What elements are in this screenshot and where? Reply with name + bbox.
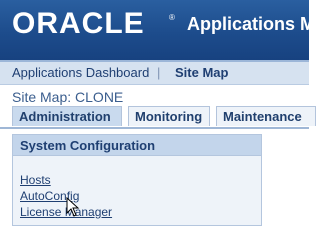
app-title: Applications Ma: [187, 14, 320, 34]
system-configuration-panel: System Configuration Hosts AutoConfig Li…: [12, 134, 262, 226]
global-nav: Applications Dashboard | Site Map: [0, 62, 309, 85]
nav-separator: |: [157, 65, 161, 80]
page-title: Site Map: CLONE: [12, 89, 124, 105]
tab-administration[interactable]: Administration: [12, 106, 122, 126]
nav-site-map[interactable]: Site Map: [175, 65, 228, 80]
registered-mark: ®: [169, 13, 175, 22]
nav-applications-dashboard[interactable]: Applications Dashboard: [12, 65, 149, 80]
link-hosts[interactable]: Hosts: [20, 173, 51, 187]
panel-header: System Configuration: [13, 135, 261, 156]
oracle-logo: ORACLE: [12, 7, 145, 40]
mouse-pointer-icon: [66, 197, 80, 217]
tab-underline: [0, 127, 309, 129]
tab-maintenance[interactable]: Maintenance: [216, 106, 316, 126]
header-banner: ORACLE ® Applications Ma: [0, 0, 320, 62]
tab-monitoring[interactable]: Monitoring: [128, 106, 210, 126]
panel-title: System Configuration: [20, 138, 156, 153]
